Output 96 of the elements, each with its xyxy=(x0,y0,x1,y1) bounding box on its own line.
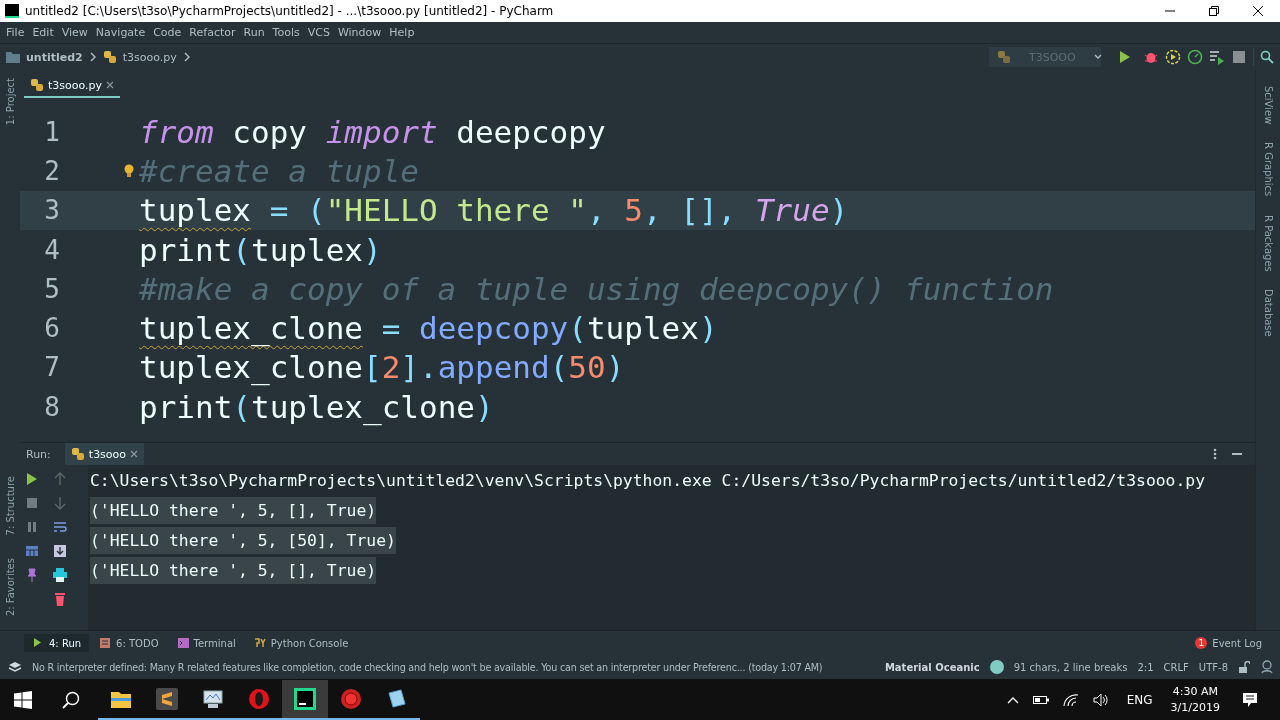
trash-icon[interactable] xyxy=(52,591,68,607)
tool-window-tab[interactable]: 4: Run xyxy=(24,634,90,652)
menu-item[interactable]: Run xyxy=(239,26,269,39)
code-line: print(tuplex_clone) xyxy=(139,388,494,425)
tool-window-tab[interactable]: SciView xyxy=(1262,86,1274,125)
menu-item[interactable]: File xyxy=(2,26,29,39)
menu-item[interactable]: Window xyxy=(333,26,386,39)
layers-icon xyxy=(8,661,22,673)
more-icon[interactable] xyxy=(1213,448,1217,460)
line-number: 2 xyxy=(43,155,60,186)
stop-icon[interactable] xyxy=(24,495,40,511)
line-number: 7 xyxy=(43,352,60,383)
scroll-end-icon[interactable] xyxy=(52,543,68,559)
menu-item[interactable]: Help xyxy=(385,26,419,39)
chevron-icon xyxy=(182,52,191,62)
search-icon[interactable] xyxy=(62,690,80,709)
wifi-icon[interactable] xyxy=(1062,692,1079,707)
line-number: 5 xyxy=(43,273,60,304)
run-icon xyxy=(32,637,44,649)
taskbar-app[interactable] xyxy=(282,679,328,720)
encoding-selector[interactable]: UTF-8 xyxy=(1198,661,1228,673)
search-icon[interactable] xyxy=(1260,50,1274,64)
line-number: 6 xyxy=(43,313,60,344)
notification-icon[interactable] xyxy=(1242,691,1258,708)
chevron-icon xyxy=(88,52,97,62)
code-line: #create a tuple xyxy=(139,152,419,189)
code-line: tuplex_clone[2].append(50) xyxy=(139,349,625,386)
wrap-icon[interactable] xyxy=(52,519,68,535)
layout-icon[interactable] xyxy=(24,543,40,559)
status-message: No R interpreter defined: Many R related features like completion, code checking and help won't be available. You can set an interpreter under Preferenc... (today 1:07 AM) xyxy=(32,661,823,673)
selection-info: 91 chars, 2 line breaks xyxy=(1013,661,1128,673)
window-title: untitled2 [C:\Users\t3so\PycharmProjects\untitled2] - ...\t3sooo.py [untitled2] - PyCharm xyxy=(25,4,554,18)
panel-title: Run: xyxy=(26,447,51,461)
monitor-icon xyxy=(202,687,224,710)
coverage-icon[interactable] xyxy=(1165,49,1181,65)
run-list-icon[interactable] xyxy=(1209,49,1225,65)
gauge-icon[interactable] xyxy=(1187,49,1203,65)
clock-time[interactable]: 4:30 AM xyxy=(1172,683,1218,700)
breadcrumb-item[interactable]: untitled2 xyxy=(26,50,83,64)
tool-window-tab[interactable]: 6: TODO xyxy=(91,634,167,652)
code-line: from copy import deepcopy xyxy=(139,113,606,150)
ide-icon xyxy=(294,687,316,710)
tool-window-tab[interactable]: 1: Project xyxy=(4,78,16,126)
inspector-icon[interactable] xyxy=(1260,660,1274,674)
terminal-icon xyxy=(176,637,189,649)
windows-start-icon[interactable] xyxy=(14,690,32,709)
menu-item[interactable]: View xyxy=(57,26,92,39)
todo-icon xyxy=(99,637,112,649)
tool-window-tab[interactable]: R Graphics xyxy=(1262,142,1274,197)
menu-item[interactable]: Tools xyxy=(268,26,304,39)
line-number: 4 xyxy=(43,234,60,265)
theme-name[interactable]: Material Oceanic xyxy=(884,661,980,673)
chevron-up-icon[interactable] xyxy=(1006,695,1019,704)
line-number: 1 xyxy=(43,116,60,147)
caret-icon xyxy=(1093,54,1102,60)
menu-item[interactable]: Code xyxy=(149,26,186,39)
editor-tab[interactable]: t3sooo.py xyxy=(24,74,121,98)
event-log-button[interactable]: 1 Event Log xyxy=(1187,634,1270,652)
line-number: 3 xyxy=(43,195,60,226)
opera-icon xyxy=(248,687,270,710)
menu-item[interactable]: Edit xyxy=(28,26,58,39)
folder-icon xyxy=(6,51,20,63)
line-number: 8 xyxy=(43,391,60,422)
run-tab[interactable]: t3sooo xyxy=(64,443,145,465)
print-icon[interactable] xyxy=(52,567,68,583)
line-separator-selector[interactable]: CRLF xyxy=(1163,661,1189,673)
code-line: tuplex_clone = deepcopy(tuplex) xyxy=(139,310,718,347)
menu-item[interactable]: Navigate xyxy=(91,26,150,39)
lock-icon[interactable] xyxy=(1238,661,1250,673)
volume-icon[interactable] xyxy=(1092,692,1109,707)
theme-dot-icon[interactable] xyxy=(989,660,1004,674)
battery-icon[interactable] xyxy=(1032,694,1049,705)
tool-window-tab[interactable]: Python Console xyxy=(245,634,357,652)
console-line: C:\Users\t3so\PycharmProjects\untitled2\venv\Scripts\python.exe C:/Users/t3so/PycharmProjects/untitled2/t3sooo.py xyxy=(90,469,1206,492)
console-icon xyxy=(253,637,266,649)
breadcrumb-item[interactable]: t3sooo.py xyxy=(122,50,177,64)
code-editor-icon xyxy=(156,687,178,710)
menu-item[interactable]: VCS xyxy=(303,26,334,39)
lightbulb-icon[interactable] xyxy=(123,163,135,178)
input-language[interactable]: ENG xyxy=(1126,692,1153,707)
stop-icon[interactable] xyxy=(1231,49,1247,65)
close-icon[interactable] xyxy=(1252,5,1264,17)
tool-window-tab[interactable]: R Packages xyxy=(1262,214,1274,272)
record-icon xyxy=(340,687,362,710)
cursor-position[interactable]: 2:1 xyxy=(1137,661,1154,673)
maximize-icon[interactable] xyxy=(1208,5,1220,17)
menu-item[interactable]: Refactor xyxy=(185,26,240,39)
notification-badge: 1 xyxy=(1195,637,1208,649)
tool-window-tab[interactable]: Terminal xyxy=(168,634,244,652)
code-line: print(tuplex) xyxy=(139,231,382,268)
tool-window-tab[interactable]: 2: Favorites xyxy=(4,557,16,616)
clock-date[interactable]: 3/1/2019 xyxy=(1170,699,1220,716)
tool-window-tab[interactable]: 7: Structure xyxy=(4,476,16,536)
code-line: tuplex = ("HELLO there ", 5, [], True) xyxy=(139,192,849,229)
code-line: #make a copy of a tuple using deepcopy() function xyxy=(139,270,1054,307)
tool-window-tab[interactable]: Database xyxy=(1262,289,1274,338)
